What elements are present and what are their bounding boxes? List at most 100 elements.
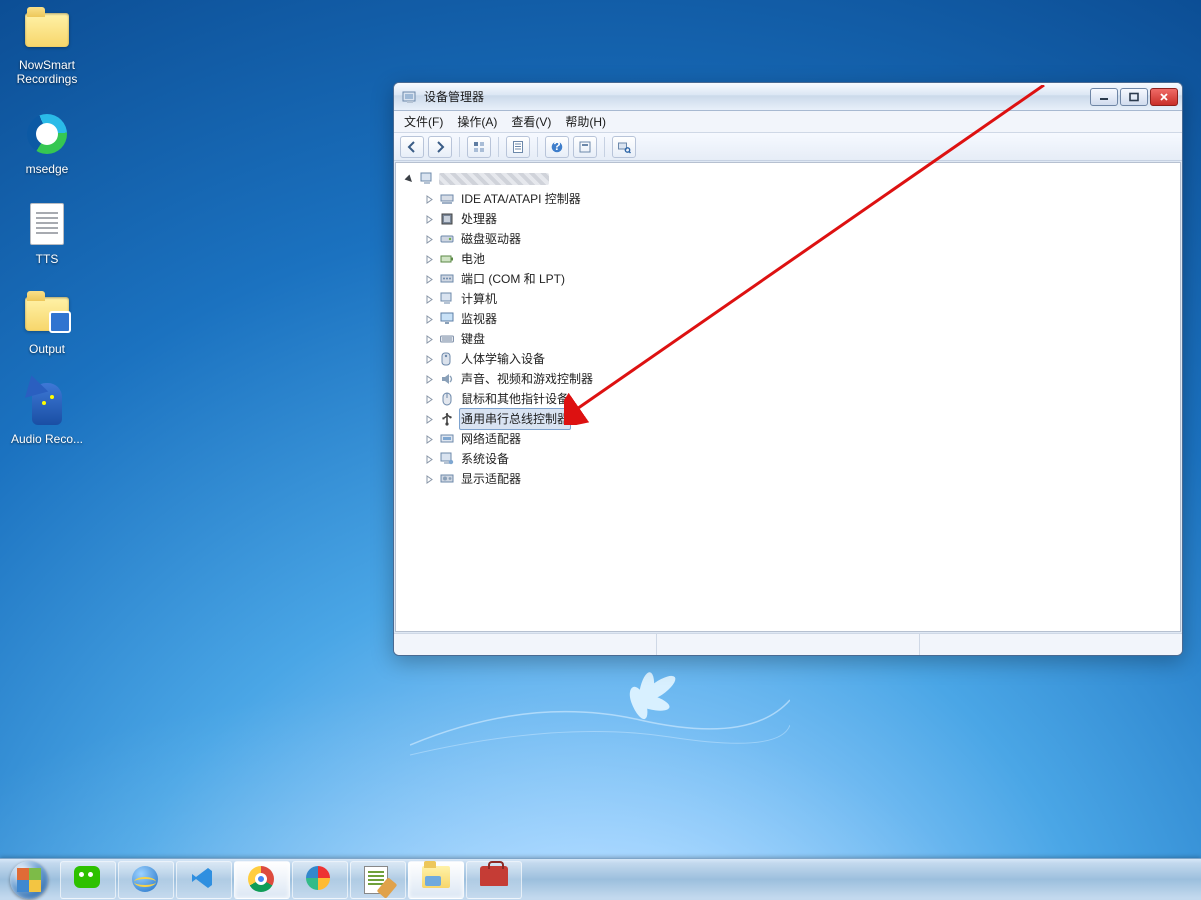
menubar: 文件(F) 操作(A) 查看(V) 帮助(H) xyxy=(394,111,1182,133)
desktop-icon-grid: NowSmart Recordings msedge TTS Output Au… xyxy=(8,6,88,470)
taskbar-item-ie[interactable] xyxy=(118,861,174,899)
titlebar[interactable]: 设备管理器 xyxy=(394,83,1182,111)
explorer-icon xyxy=(422,866,450,888)
expand-toggle[interactable] xyxy=(424,194,435,205)
wizard-icon xyxy=(32,383,62,425)
toolbar-filter-button[interactable] xyxy=(573,136,597,158)
keyboard-icon xyxy=(439,331,455,347)
tree-node-cpu[interactable]: 处理器 xyxy=(424,209,1176,229)
minimize-icon xyxy=(1098,92,1110,102)
tree-node-usb[interactable]: 通用串行总线控制器 xyxy=(424,409,1176,429)
taskbar-item-explorer[interactable] xyxy=(408,861,464,899)
expand-toggle[interactable] xyxy=(424,394,435,405)
expand-toggle[interactable] xyxy=(424,354,435,365)
cpu-icon xyxy=(439,211,455,227)
arrow-left-icon xyxy=(405,140,419,154)
filter-icon xyxy=(578,140,592,154)
tree-node-sound[interactable]: 声音、视频和游戏控制器 xyxy=(424,369,1176,389)
taskbar[interactable] xyxy=(0,858,1201,900)
menu-help[interactable]: 帮助(H) xyxy=(565,113,606,130)
tree-node-label: 处理器 xyxy=(459,209,499,229)
expand-toggle[interactable] xyxy=(424,214,435,225)
disk-icon xyxy=(439,231,455,247)
desktop-icon-msedge[interactable]: msedge xyxy=(8,110,86,176)
taskbar-item-wechat[interactable] xyxy=(60,861,116,899)
expand-toggle[interactable] xyxy=(424,234,435,245)
desktop-icon-tts[interactable]: TTS xyxy=(8,200,86,266)
toolbar-scan-button[interactable] xyxy=(612,136,636,158)
tree-node-label: 磁盘驱动器 xyxy=(459,229,523,249)
tree-node-battery[interactable]: 电池 xyxy=(424,249,1176,269)
toolbar-separator xyxy=(604,137,605,157)
tree-node-label: 鼠标和其他指针设备 xyxy=(459,389,571,409)
minimize-button[interactable] xyxy=(1090,88,1118,106)
desktop-icon-label: Audio Reco... xyxy=(8,432,86,446)
desktop-icon-label: Output xyxy=(8,342,86,356)
pc-icon xyxy=(439,291,455,307)
hid-icon xyxy=(439,351,455,367)
usb-icon xyxy=(439,411,455,427)
vscode-icon xyxy=(190,866,214,890)
port-icon xyxy=(439,271,455,287)
start-button[interactable] xyxy=(2,860,56,900)
gpu-icon xyxy=(439,471,455,487)
toolbar-properties-button[interactable] xyxy=(506,136,530,158)
expand-toggle[interactable] xyxy=(424,334,435,345)
desktop[interactable]: NowSmart Recordings msedge TTS Output Au… xyxy=(0,0,1201,900)
toolbar-help-button[interactable]: ? xyxy=(545,136,569,158)
expand-toggle[interactable] xyxy=(424,314,435,325)
expand-toggle[interactable] xyxy=(424,274,435,285)
desktop-icon-audio-reco[interactable]: Audio Reco... xyxy=(8,380,86,446)
computer-icon xyxy=(419,171,435,187)
toolbar-forward-button[interactable] xyxy=(428,136,452,158)
svg-text:?: ? xyxy=(553,140,560,153)
device-manager-window[interactable]: 设备管理器 文件(F) 操作(A) 查看(V) 帮助(H) xyxy=(393,82,1183,656)
tree-node-hid[interactable]: 人体学输入设备 xyxy=(424,349,1176,369)
desktop-icon-label: TTS xyxy=(8,252,86,266)
close-button[interactable] xyxy=(1150,88,1178,106)
tree-node-display[interactable]: 显示适配器 xyxy=(424,469,1176,489)
expand-toggle[interactable] xyxy=(424,434,435,445)
taskbar-item-notepadpp[interactable] xyxy=(350,861,406,899)
expand-toggle[interactable] xyxy=(424,414,435,425)
toolbar-back-button[interactable] xyxy=(400,136,424,158)
expand-toggle[interactable] xyxy=(424,454,435,465)
status-bar xyxy=(394,633,1182,655)
wallpaper-plant xyxy=(410,665,790,785)
tree-node-ports[interactable]: 端口 (COM 和 LPT) xyxy=(424,269,1176,289)
wechat-icon xyxy=(74,866,100,888)
beachball-icon xyxy=(306,866,330,890)
maximize-button[interactable] xyxy=(1120,88,1148,106)
tree-node-system[interactable]: 系统设备 xyxy=(424,449,1176,469)
expand-toggle[interactable] xyxy=(424,374,435,385)
expand-toggle[interactable] xyxy=(424,474,435,485)
taskbar-item-chrome[interactable] xyxy=(234,861,290,899)
tree-node-label: 网络适配器 xyxy=(459,429,523,449)
text-file-icon xyxy=(30,203,64,245)
desktop-icon-nowsmart-recordings[interactable]: NowSmart Recordings xyxy=(8,6,86,86)
expand-toggle[interactable] xyxy=(424,254,435,265)
tree-node-monitor[interactable]: 监视器 xyxy=(424,309,1176,329)
tree-node-mouse[interactable]: 鼠标和其他指针设备 xyxy=(424,389,1176,409)
tree-root[interactable] xyxy=(404,169,1176,189)
tree-node-network[interactable]: 网络适配器 xyxy=(424,429,1176,449)
close-icon xyxy=(1158,92,1170,102)
monitor-icon xyxy=(439,311,455,327)
menu-action[interactable]: 操作(A) xyxy=(457,113,497,130)
folder-icon xyxy=(25,297,69,331)
tree-node-computer[interactable]: 计算机 xyxy=(424,289,1176,309)
expand-toggle[interactable] xyxy=(404,174,415,185)
menu-file[interactable]: 文件(F) xyxy=(404,113,443,130)
toolbar-showtree-button[interactable] xyxy=(467,136,491,158)
desktop-icon-output[interactable]: Output xyxy=(8,290,86,356)
menu-view[interactable]: 查看(V) xyxy=(511,113,551,130)
tree-view[interactable]: IDE ATA/ATAPI 控制器处理器磁盘驱动器电池端口 (COM 和 LPT… xyxy=(395,162,1181,632)
tree-node-keyboard[interactable]: 键盘 xyxy=(424,329,1176,349)
tree-node-disk[interactable]: 磁盘驱动器 xyxy=(424,229,1176,249)
tree-node-label: 人体学输入设备 xyxy=(459,349,547,369)
taskbar-item-beachball[interactable] xyxy=(292,861,348,899)
taskbar-item-toolbox[interactable] xyxy=(466,861,522,899)
tree-node-ide[interactable]: IDE ATA/ATAPI 控制器 xyxy=(424,189,1176,209)
taskbar-item-vscode[interactable] xyxy=(176,861,232,899)
expand-toggle[interactable] xyxy=(424,294,435,305)
